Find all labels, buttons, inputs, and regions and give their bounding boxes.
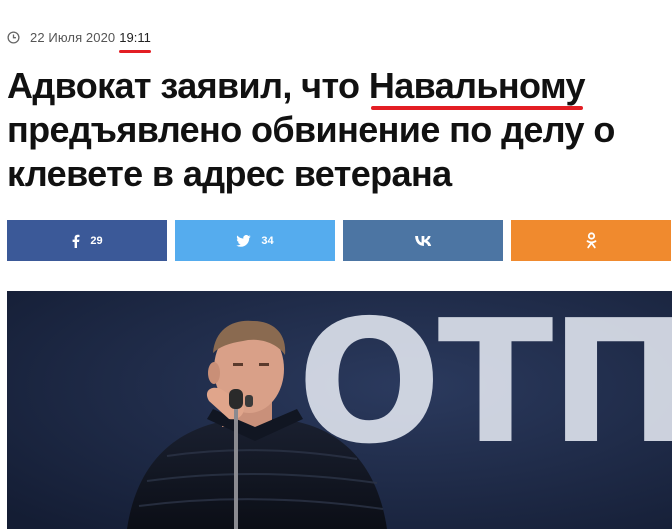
vk-icon bbox=[414, 235, 431, 246]
facebook-share-button[interactable]: 29 bbox=[7, 220, 167, 261]
odnoklassniki-icon bbox=[586, 232, 596, 249]
facebook-share-count: 29 bbox=[90, 234, 103, 247]
headline-text: Адвокат заявил, что bbox=[7, 65, 369, 106]
publish-time: 19:11 bbox=[119, 30, 151, 53]
article-photo-image: ОТПУ bbox=[7, 291, 672, 529]
facebook-icon bbox=[72, 234, 80, 248]
odnoklassniki-share-button[interactable] bbox=[511, 220, 671, 261]
share-bar: 29 34 bbox=[7, 220, 672, 261]
article-photo: ОТПУ bbox=[7, 291, 672, 529]
twitter-share-button[interactable]: 34 bbox=[175, 220, 335, 261]
clock-icon bbox=[7, 31, 20, 44]
vk-share-button[interactable] bbox=[343, 220, 503, 261]
headline-highlight-link[interactable]: Навальному bbox=[369, 64, 586, 110]
article-meta: 22 Июля 2020 19:11 bbox=[7, 30, 151, 53]
publish-date: 22 Июля 2020 bbox=[30, 30, 116, 45]
twitter-icon bbox=[236, 234, 252, 247]
article-headline: Адвокат заявил, что Навальному предъявле… bbox=[7, 64, 667, 196]
headline-text-rest: предъявлено обвинение по делу о клевете … bbox=[7, 109, 615, 194]
twitter-share-count: 34 bbox=[261, 234, 274, 247]
